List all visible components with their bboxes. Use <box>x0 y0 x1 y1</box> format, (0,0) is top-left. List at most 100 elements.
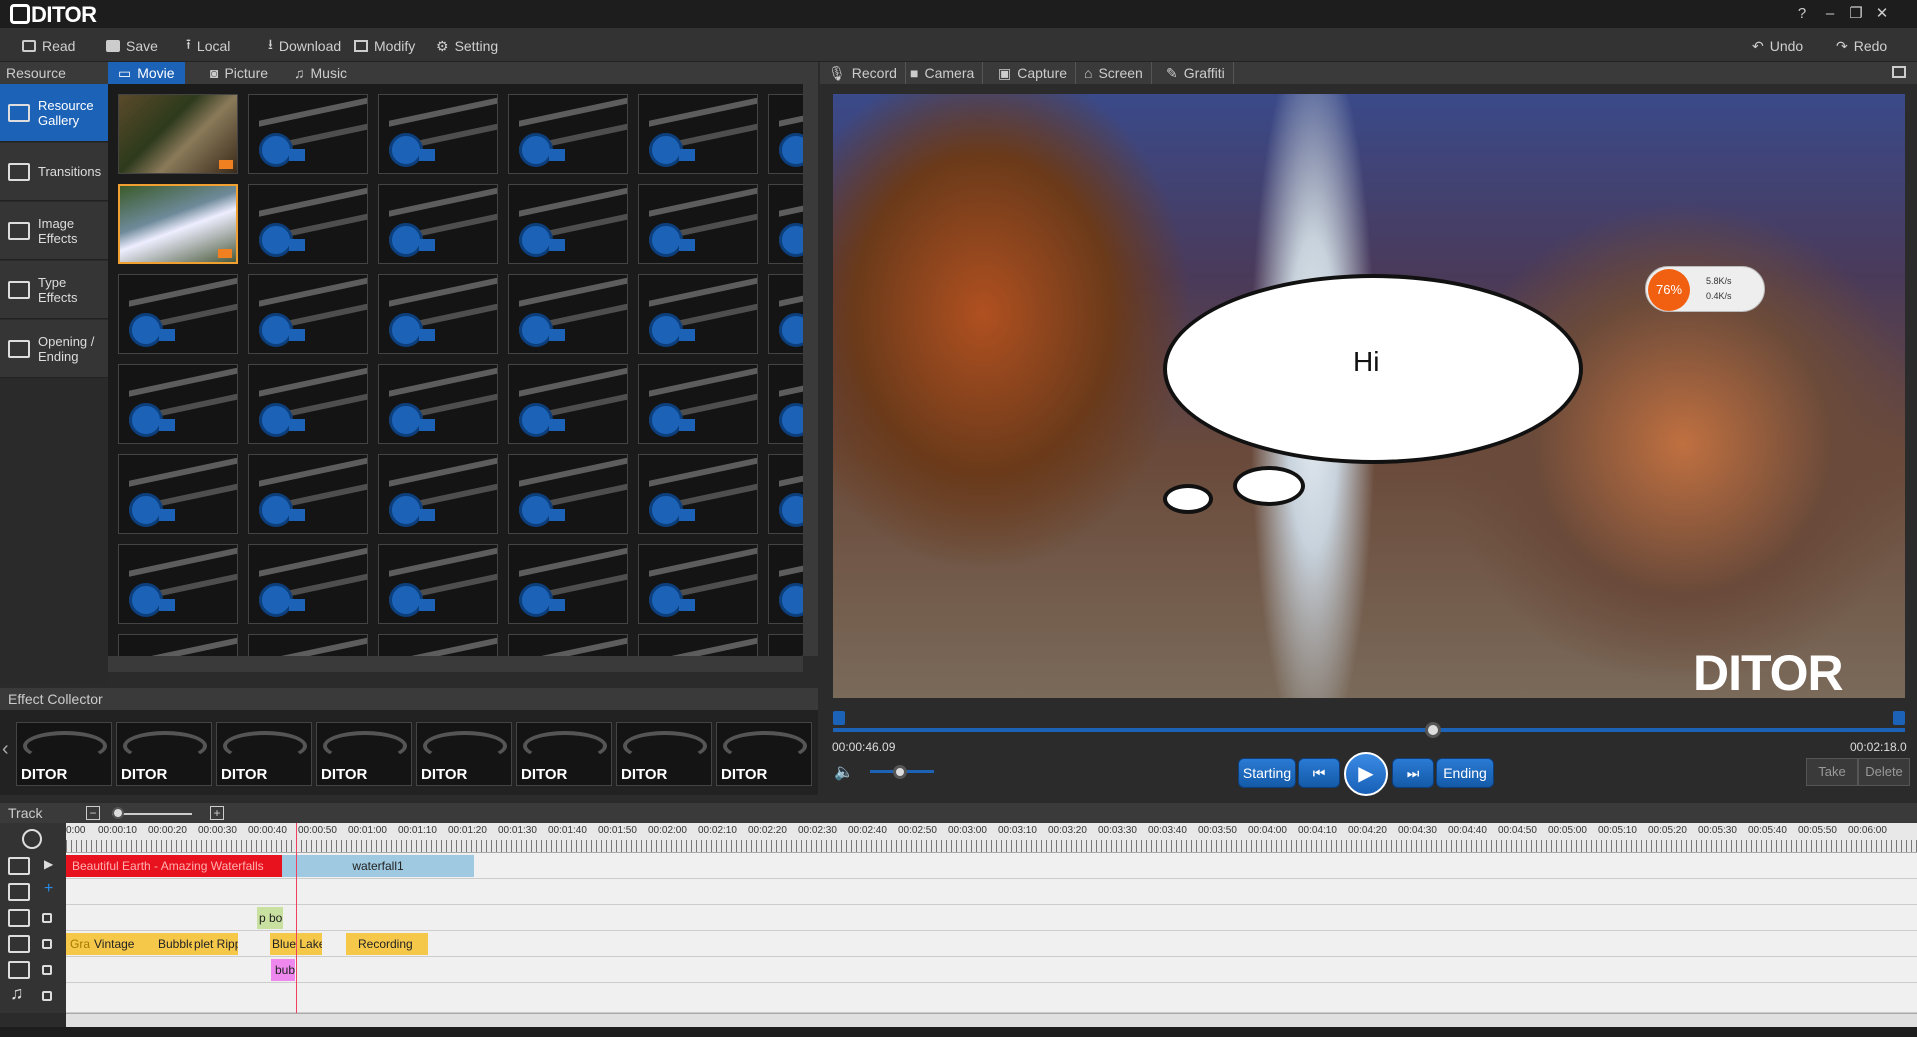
effect-item[interactable]: DITOR <box>616 722 712 786</box>
tab-camera[interactable]: ■ Camera <box>902 62 984 84</box>
gallery-thumbnail[interactable] <box>638 184 758 264</box>
starting-button[interactable]: Starting <box>1238 758 1296 788</box>
take-button[interactable]: Take <box>1806 758 1858 786</box>
gallery-thumbnail[interactable] <box>508 364 628 444</box>
tab-music[interactable]: ♫ Music <box>284 62 357 84</box>
gallery-thumbnail[interactable] <box>118 634 238 656</box>
video-clip[interactable]: Beautiful Earth - Amazing Waterfalls <box>66 855 282 877</box>
effect-clip[interactable]: Bubble <box>156 933 192 955</box>
effect-item[interactable]: DITOR <box>216 722 312 786</box>
sidebar-item-resource-gallery[interactable]: Resource Gallery <box>0 84 108 142</box>
effect-item[interactable]: DITOR <box>716 722 812 786</box>
gallery-thumbnail[interactable] <box>508 274 628 354</box>
maximize-preview-icon[interactable] <box>1892 66 1906 78</box>
tab-picture[interactable]: ◙ Picture <box>200 62 278 84</box>
undo-button[interactable]: ↶ Undo <box>1752 36 1803 56</box>
gallery-thumbnail[interactable] <box>508 94 628 174</box>
effect-clip[interactable]: Recording <box>346 933 428 955</box>
gallery-thumbnail[interactable] <box>118 94 238 174</box>
playhead[interactable] <box>296 823 297 1013</box>
gallery-thumbnail[interactable] <box>508 454 628 534</box>
type-clip[interactable]: bub <box>271 959 295 981</box>
gallery-thumbnail[interactable] <box>768 364 803 444</box>
restore-button[interactable]: ❐ <box>1846 4 1866 24</box>
start-marker[interactable] <box>833 711 845 725</box>
gallery-thumbnail[interactable] <box>378 94 498 174</box>
gallery-thumbnail[interactable] <box>638 634 758 656</box>
zoom-in-button[interactable]: + <box>210 806 224 820</box>
add-track-icon[interactable]: + <box>44 880 53 898</box>
lock-icon[interactable] <box>42 991 52 1001</box>
gallery-thumbnail[interactable] <box>118 544 238 624</box>
end-marker[interactable] <box>1893 711 1905 725</box>
gallery-thumbnail[interactable] <box>378 364 498 444</box>
seek-knob[interactable] <box>1425 722 1442 738</box>
gallery-thumbnail[interactable] <box>768 454 803 534</box>
gallery-thumbnail[interactable] <box>768 94 803 174</box>
gallery-thumbnail[interactable] <box>508 544 628 624</box>
gallery-thumbnail[interactable] <box>378 454 498 534</box>
chevron-left-icon[interactable]: ‹ <box>2 738 9 761</box>
gallery-thumbnail[interactable] <box>508 184 628 264</box>
minimize-button[interactable]: – <box>1820 4 1840 24</box>
sidebar-item-opening-ending[interactable]: Opening / Ending <box>0 320 108 378</box>
next-button[interactable]: ⏭ <box>1392 758 1434 788</box>
setting-button[interactable]: ⚙ Setting <box>436 36 498 56</box>
sidebar-item-transitions[interactable]: Transitions <box>0 143 108 201</box>
effect-item[interactable]: DITOR <box>16 722 112 786</box>
gallery-thumbnail[interactable] <box>118 274 238 354</box>
volume-icon[interactable]: 🔈 <box>834 762 854 782</box>
gallery-thumbnail[interactable] <box>638 454 758 534</box>
ending-button[interactable]: Ending <box>1436 758 1494 788</box>
tab-graffiti[interactable]: ✎ Graffiti <box>1158 62 1234 84</box>
help-button[interactable]: ? <box>1792 4 1812 24</box>
gallery-thumbnail[interactable] <box>248 544 368 624</box>
gallery-thumbnail[interactable] <box>118 454 238 534</box>
gallery-thumbnail[interactable] <box>248 184 368 264</box>
play-button[interactable]: ▶ <box>1344 752 1388 796</box>
tab-record[interactable]: 🎙 Record <box>820 62 906 84</box>
effect-item[interactable]: DITOR <box>416 722 512 786</box>
seek-bar[interactable] <box>833 728 1905 732</box>
modify-button[interactable]: Modify <box>354 36 415 56</box>
tab-movie[interactable]: ▭ Movie <box>108 62 185 84</box>
effect-item[interactable]: DITOR <box>116 722 212 786</box>
gallery-thumbnail[interactable] <box>638 544 758 624</box>
zoom-knob[interactable] <box>112 807 124 819</box>
lock-icon[interactable] <box>42 913 52 923</box>
sidebar-item-image-effects[interactable]: Image Effects <box>0 202 108 260</box>
gallery-thumbnail[interactable] <box>248 634 368 656</box>
play-track-icon[interactable]: ▶ <box>44 857 53 871</box>
gallery-thumbnail[interactable] <box>248 274 368 354</box>
gallery-thumbnail[interactable] <box>638 94 758 174</box>
effect-clip[interactable]: Graffiti <box>66 933 90 955</box>
zoom-slider[interactable] <box>112 813 192 815</box>
save-button[interactable]: Save <box>106 36 158 56</box>
gallery-thumbnail[interactable] <box>378 634 498 656</box>
sidebar-item-type-effects[interactable]: Type Effects <box>0 261 108 319</box>
gallery-thumbnail[interactable] <box>638 274 758 354</box>
effect-clip[interactable]: Vintage <box>90 933 156 955</box>
effect-clip[interactable]: plet Ripp <box>192 933 238 955</box>
lock-icon[interactable] <box>42 939 52 949</box>
read-button[interactable]: Read <box>22 36 75 56</box>
zoom-out-button[interactable]: − <box>86 806 100 820</box>
close-button[interactable]: ✕ <box>1872 4 1892 24</box>
gallery-thumbnail[interactable] <box>508 634 628 656</box>
gallery-thumbnail[interactable] <box>118 364 238 444</box>
delete-button[interactable]: Delete <box>1858 758 1910 786</box>
gallery-thumbnail[interactable] <box>768 184 803 264</box>
gallery-thumbnail[interactable] <box>248 94 368 174</box>
effect-item[interactable]: DITOR <box>516 722 612 786</box>
gallery-thumbnail[interactable] <box>768 274 803 354</box>
effect-item[interactable]: DITOR <box>316 722 412 786</box>
redo-button[interactable]: ↷ Redo <box>1836 36 1887 56</box>
transition-clip[interactable]: p bo <box>257 907 283 929</box>
gallery-thumbnail[interactable] <box>378 544 498 624</box>
gallery-thumbnail[interactable] <box>248 364 368 444</box>
gallery-thumbnail[interactable] <box>638 364 758 444</box>
gallery-thumbnail[interactable] <box>378 274 498 354</box>
tab-screen[interactable]: ⌂ Screen <box>1076 62 1152 84</box>
tab-capture[interactable]: ▣ Capture <box>990 62 1077 84</box>
gallery-horizontal-scrollbar[interactable] <box>108 656 803 672</box>
